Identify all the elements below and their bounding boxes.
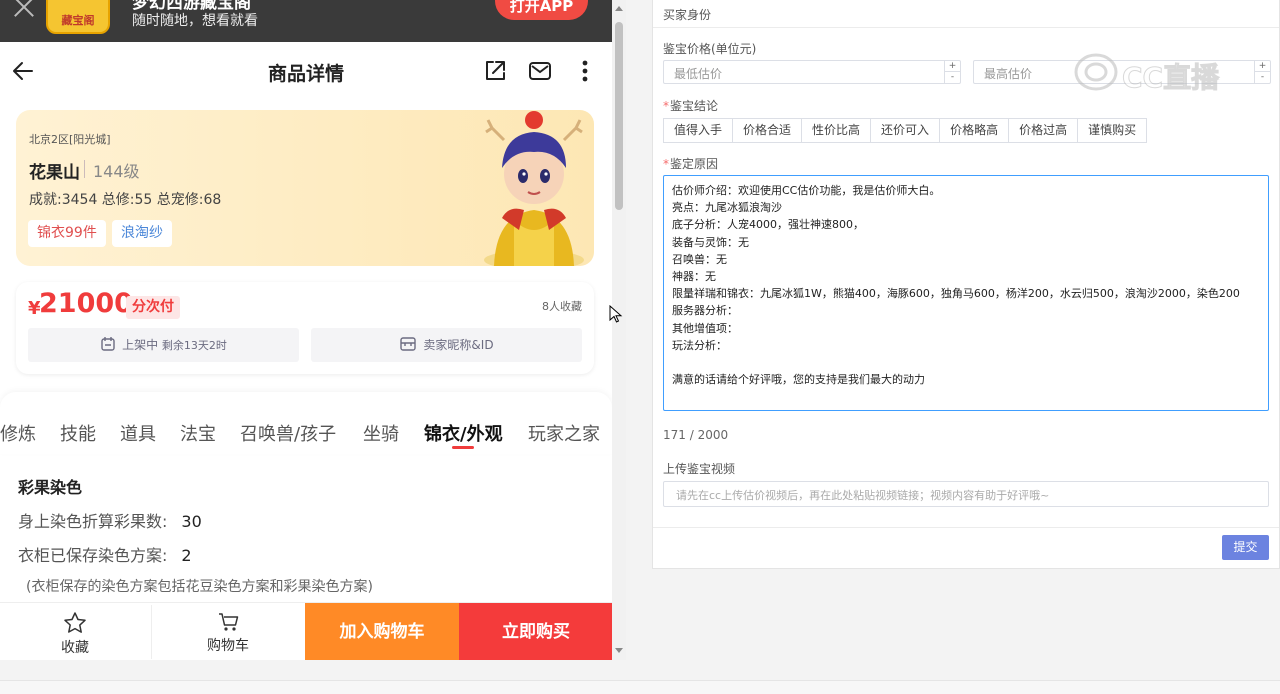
dye-row-value: 30: [181, 512, 202, 531]
role-level: 144级: [93, 162, 140, 181]
tag-outfits[interactable]: 锦衣99件: [28, 220, 106, 247]
bottom-action-bar: 收藏 购物车 加入购物车 立即购买: [0, 602, 612, 660]
remaining-time: 剩余13天2时: [161, 339, 227, 352]
app-logo-text: 藏宝阁: [61, 14, 95, 27]
increment-icon[interactable]: +: [945, 61, 960, 72]
cart-label: 购物车: [207, 638, 249, 654]
mouse-cursor-icon: [609, 305, 623, 323]
tab-mounts[interactable]: 坐骑: [363, 420, 399, 446]
more-menu-icon[interactable]: [572, 58, 598, 84]
seller-text: 卖家昵称&ID: [423, 338, 494, 352]
dye-row: 身上染色折算彩果数: 30: [18, 508, 202, 532]
char-counter: 171 / 2000: [663, 428, 729, 442]
dye-note: (衣柜保存的染色方案包括花豆染色方案和彩果染色方案): [26, 579, 373, 595]
server-name: 北京2区[阳光城]: [29, 133, 111, 146]
conclusion-option[interactable]: 价格过高: [1008, 118, 1079, 143]
video-link-input[interactable]: 请先在cc上传估价视频后，再在此处粘贴视频链接；视频内容有助于好评哦~: [663, 481, 1269, 507]
dye-row-label: 衣柜已保存染色方案:: [18, 546, 168, 565]
page-title: 商品详情: [267, 63, 344, 85]
price-range-label: 鉴宝价格(单位元): [663, 42, 757, 56]
tab-pets[interactable]: 召唤兽/孩子: [240, 420, 336, 446]
conclusion-option[interactable]: 值得入手: [663, 118, 734, 143]
role-stats: 成就:3454 总修:55 总宠修:68: [29, 192, 222, 208]
seller-info[interactable]: 卖家昵称&ID: [311, 328, 582, 362]
conclusion-label: *鉴宝结论: [663, 99, 719, 113]
category-tabs: 修炼 技能 道具 法宝 召唤兽/孩子 坐骑 锦衣/外观 玩家之家: [0, 392, 612, 454]
window-bottom-strip: [0, 680, 1280, 694]
watermark-text: CC直播: [1121, 61, 1220, 95]
role-info-card: 北京2区[阳光城] 花果山 144级 成就:3454 总修:55 总宠修:68 …: [16, 110, 594, 266]
divider: [151, 605, 152, 659]
section-title: 买家身份: [653, 0, 1279, 28]
watermark-logo-icon: [1074, 53, 1118, 91]
tab-magic-treasure[interactable]: 法宝: [180, 420, 216, 446]
installment-badge[interactable]: 分次付: [126, 296, 180, 319]
app-download-banner: 藏宝阁 梦幻西游藏宝阁 随时随地，想看就看 打开APP: [0, 0, 612, 42]
page-scrollbar[interactable]: [612, 0, 626, 660]
reason-label: *鉴定原因: [663, 157, 719, 171]
decrement-icon[interactable]: -: [945, 72, 960, 83]
add-to-cart-button[interactable]: 加入购物车: [305, 603, 459, 660]
conclusion-option[interactable]: 价格略高: [939, 118, 1010, 143]
character-avatar: [484, 111, 584, 266]
listing-status-text: 上架中: [122, 338, 159, 352]
open-app-button[interactable]: 打开APP: [495, 0, 588, 20]
top-navbar: 商品详情: [0, 42, 612, 100]
divider: [84, 160, 85, 178]
close-icon[interactable]: [10, 0, 38, 22]
min-price-stepper[interactable]: + -: [944, 61, 960, 83]
active-tab-indicator: [452, 446, 474, 449]
video-label: 上传鉴宝视频: [663, 462, 736, 476]
conclusion-option[interactable]: 还价可入: [870, 118, 941, 143]
price-amount: 21000: [39, 288, 133, 319]
cart-icon: [219, 613, 239, 631]
dye-row-value: 2: [181, 546, 192, 565]
dye-row-label: 身上染色折算彩果数:: [18, 512, 168, 531]
tab-items[interactable]: 道具: [120, 420, 156, 446]
dye-heading: 彩果染色: [18, 478, 83, 497]
star-icon: [64, 612, 86, 633]
listing-status: 上架中 剩余13天2时: [28, 328, 299, 362]
divider: [653, 527, 1279, 528]
tag-outfit-name[interactable]: 浪淘纱: [112, 220, 172, 247]
tab-skills[interactable]: 技能: [60, 420, 96, 446]
min-price-placeholder: 最低估价: [674, 67, 723, 81]
min-price-input[interactable]: 最低估价 + -: [663, 60, 961, 84]
banner-subtitle: 随时随地，想看就看: [132, 13, 258, 29]
message-icon[interactable]: [527, 58, 553, 84]
dye-row: 衣柜已保存染色方案: 2: [18, 542, 192, 566]
conclusion-option[interactable]: 性价比高: [801, 118, 872, 143]
conclusion-option[interactable]: 价格合适: [732, 118, 803, 143]
reason-textarea[interactable]: 估价师介绍：欢迎使用CC估价功能，我是估价师大白。 亮点：九尾冰狐浪淘沙 底子分…: [663, 175, 1269, 411]
tab-cultivation[interactable]: 修炼: [0, 420, 36, 446]
favorite-button[interactable]: 收藏: [0, 603, 150, 660]
price-card: ¥ 21000 分次付 8人收藏 上架中 剩余13天2时 卖家昵称&ID: [16, 282, 594, 374]
scroll-up-icon[interactable]: [615, 6, 623, 11]
listing-icon: [101, 337, 115, 351]
role-school: 花果山: [29, 163, 80, 183]
buy-now-button[interactable]: 立即购买: [459, 603, 612, 660]
favorite-label: 收藏: [61, 640, 89, 656]
conclusion-option[interactable]: 谨慎购买: [1077, 118, 1148, 143]
cart-link[interactable]: 购物车: [153, 603, 303, 660]
watermark: CC直播: [1070, 50, 1270, 95]
submit-button[interactable]: 提交: [1222, 535, 1269, 560]
shop-icon: [400, 337, 417, 351]
favorite-count: 8人收藏: [542, 300, 582, 313]
app-logo: 藏宝阁: [46, 0, 110, 34]
scroll-thumb[interactable]: [615, 22, 623, 210]
tab-outfits[interactable]: 锦衣/外观: [424, 420, 503, 446]
max-price-placeholder: 最高估价: [984, 67, 1033, 81]
scroll-down-icon[interactable]: [615, 648, 623, 653]
tab-player-home[interactable]: 玩家之家: [528, 420, 600, 446]
conclusion-options: 值得入手 价格合适 性价比高 还价可入 价格略高 价格过高 谨慎购买: [663, 118, 1148, 143]
share-icon[interactable]: [482, 58, 508, 84]
mobile-product-page: 藏宝阁 梦幻西游藏宝阁 随时随地，想看就看 打开APP 商品详情 北京2区[阳光…: [0, 0, 612, 660]
